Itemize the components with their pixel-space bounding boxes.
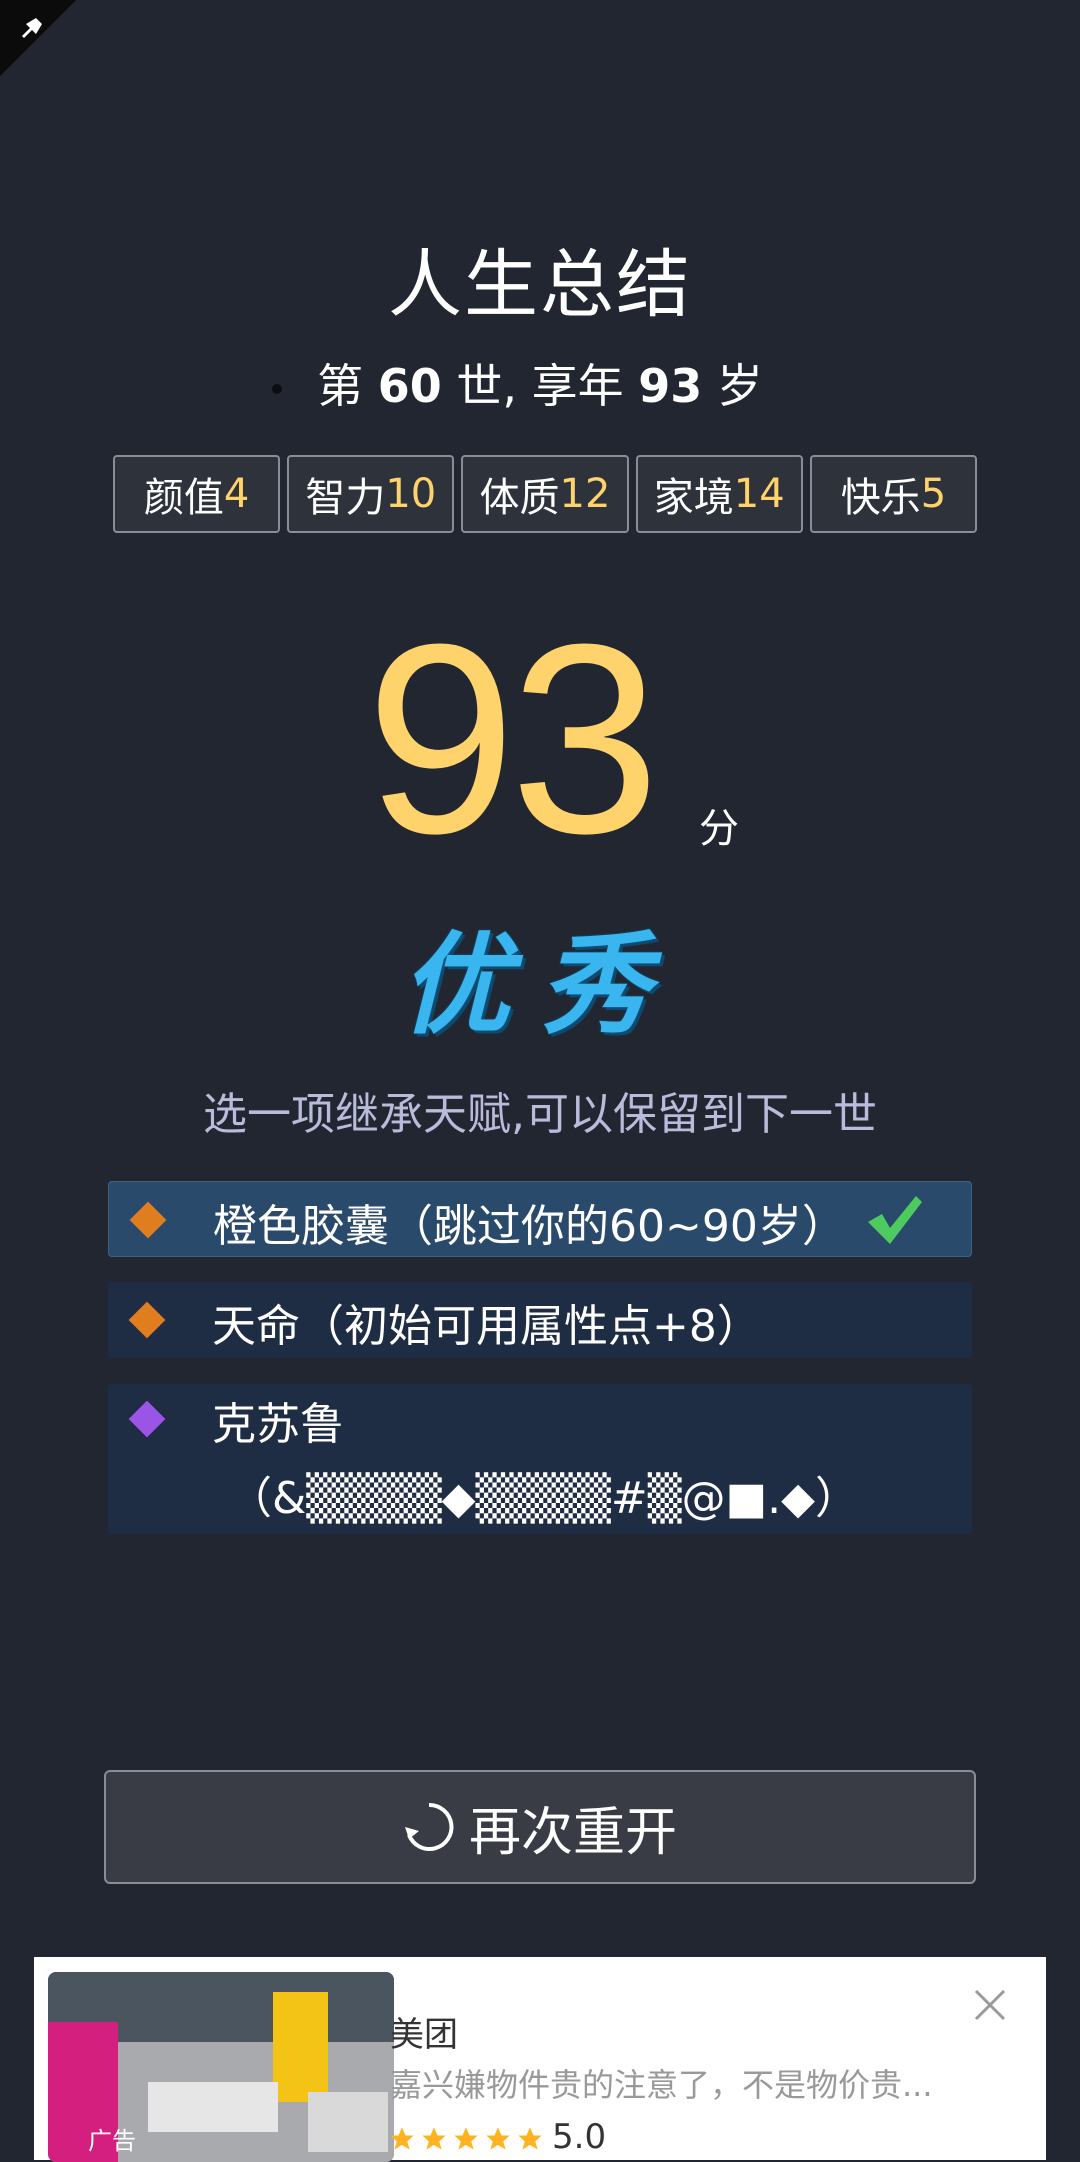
talent-label-line2: （&▒▒▒▒◆▒▒▒▒#▒@■.◆） (228, 1473, 859, 1524)
restart-button[interactable]: 再次重开 (104, 1770, 976, 1884)
grade-label: 优秀 (400, 920, 680, 1049)
attribute-label: 体质 (479, 475, 560, 521)
attribute-label: 快乐 (840, 475, 921, 521)
attribute-intelligence: 智力 10 (287, 455, 455, 533)
attribute-value: 10 (385, 471, 437, 517)
age-value: 93 (638, 359, 703, 413)
summary-suffix: 岁 (716, 359, 763, 413)
attribute-happiness: 快乐 5 (809, 455, 978, 533)
ad-banner[interactable]: 广告 美团 嘉兴嫌物件贵的注意了，不是物价贵... 5.0 (34, 1957, 1046, 2162)
talent-option-destiny[interactable]: 天命（初始可用属性点+8） (108, 1282, 972, 1358)
summary-mid: 世, 享年 (456, 359, 624, 413)
talent-label-line1: 克苏鲁 (212, 1399, 344, 1450)
attribute-label: 家境 (653, 475, 734, 521)
star-icon (518, 2127, 542, 2150)
talent-option-cthulhu[interactable]: 克苏鲁 （&▒▒▒▒◆▒▒▒▒#▒@■.◆） (108, 1384, 972, 1534)
close-icon[interactable] (972, 1987, 1008, 2023)
attribute-row: 颜值 4 智力 10 体质 12 家境 14 快乐 5 (113, 455, 978, 535)
star-icon (486, 2127, 510, 2150)
orange-diamond-icon (128, 1301, 166, 1339)
ad-description: 嘉兴嫌物件贵的注意了，不是物价贵... (390, 2066, 933, 2104)
ad-tag: 广告 (88, 2127, 136, 2155)
pin-icon (22, 18, 42, 38)
checkmark-icon (868, 1196, 922, 1244)
ad-rating-value: 5.0 (552, 2117, 607, 2157)
attribute-value: 5 (920, 471, 947, 517)
star-icon (454, 2127, 478, 2150)
talent-label: 橙色胶囊（跳过你的60~90岁） (213, 1201, 846, 1252)
inherit-instruction: 选一项继承天赋,可以保留到下一世 (203, 1089, 877, 1140)
debug-corner-badge[interactable] (0, 0, 76, 76)
attribute-family: 家境 14 (635, 455, 803, 533)
attribute-physique: 体质 12 (461, 455, 629, 533)
attribute-value: 14 (733, 471, 785, 517)
page-title: 人生总结 (388, 242, 692, 328)
attribute-value: 12 (559, 471, 611, 517)
life-summary: 第 60 世, 享年 93 岁 (0, 350, 1080, 416)
restart-label: 再次重开 (468, 1802, 677, 1863)
star-icon (390, 2127, 414, 2150)
refresh-icon (404, 1802, 454, 1851)
talent-label: 天命（初始可用属性点+8） (212, 1301, 761, 1352)
score-unit: 分 (699, 806, 739, 852)
total-score: 93 (365, 589, 660, 890)
talent-option-orange-capsule[interactable]: 橙色胶囊（跳过你的60~90岁） (108, 1181, 972, 1257)
summary-prefix: 第 (317, 359, 364, 413)
ad-image[interactable]: 广告 (48, 1972, 394, 2162)
star-icon (422, 2127, 446, 2150)
ad-rating-stars (388, 2125, 544, 2153)
attribute-appearance: 颜值 4 (113, 455, 281, 533)
ad-title: 美团 (390, 2015, 458, 2055)
attribute-value: 4 (223, 471, 250, 517)
generation-count: 60 (377, 359, 442, 413)
purple-diamond-icon (128, 1400, 166, 1438)
attribute-label: 颜值 (143, 475, 224, 521)
attribute-label: 智力 (305, 475, 386, 521)
orange-diamond-icon (129, 1201, 167, 1239)
